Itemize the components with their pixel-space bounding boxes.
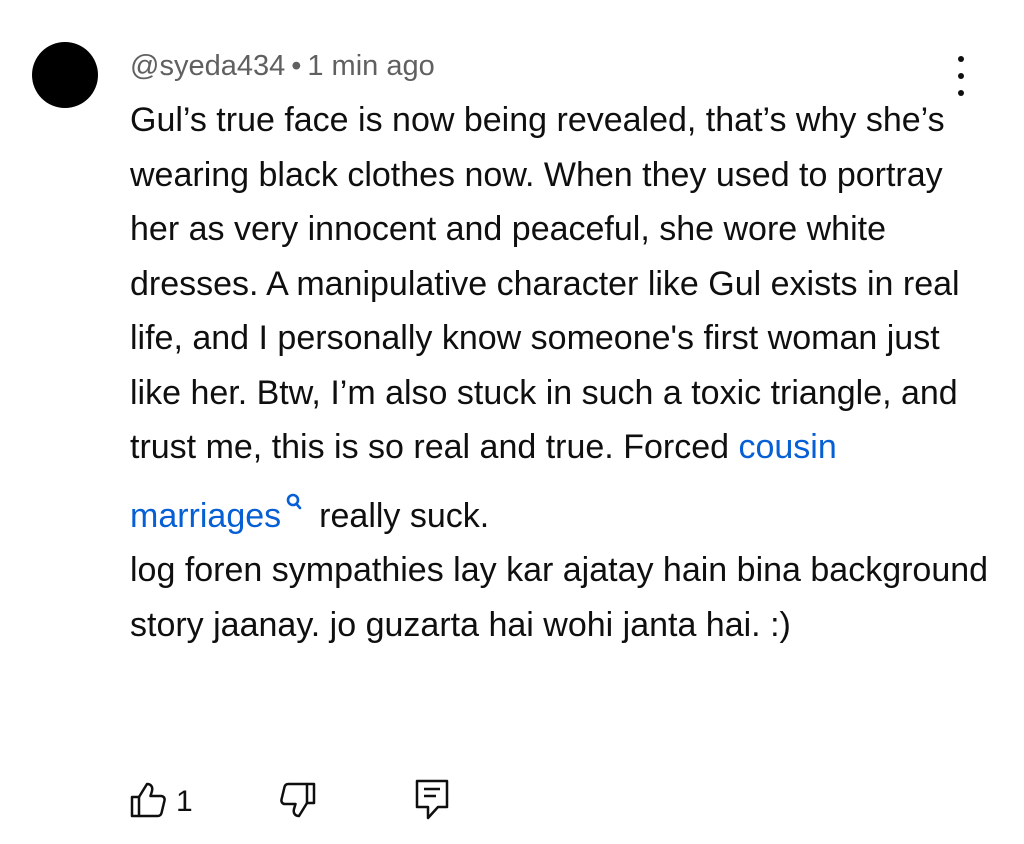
thumbs-down-icon [278,780,318,825]
comment-card: @syeda434 • 1 min ago Gul’s true face is n… [0,0,1024,844]
comment-body: Gul’s true face is now being revealed, t… [130,93,990,652]
meta-separator: • [291,50,302,82]
dislike-button[interactable] [278,780,318,824]
comment-paragraph-2: log foren sympathies lay kar ajatay hain… [130,551,989,644]
avatar[interactable] [32,42,98,108]
search-icon[interactable] [285,475,303,509]
reply-comment-icon [414,778,450,827]
comment-time[interactable]: 1 min ago [307,50,434,82]
thumbs-up-icon [128,780,168,825]
author-handle[interactable]: @syeda434 [130,50,285,82]
comment-text-after-link: really suck. [319,496,490,535]
comment-header: @syeda434 • 1 min ago [130,46,435,86]
comment-paragraph-1: Gul’s true face is now being revealed, t… [130,93,990,543]
comment-text-before-link: Gul’s true face is now being revealed, t… [130,101,960,466]
reply-button[interactable] [414,778,450,827]
menu-dot [958,73,964,79]
menu-dot [958,56,964,62]
like-count: 1 [176,785,193,818]
like-button[interactable]: 1 [128,780,193,824]
more-vert-icon[interactable] [946,56,976,96]
